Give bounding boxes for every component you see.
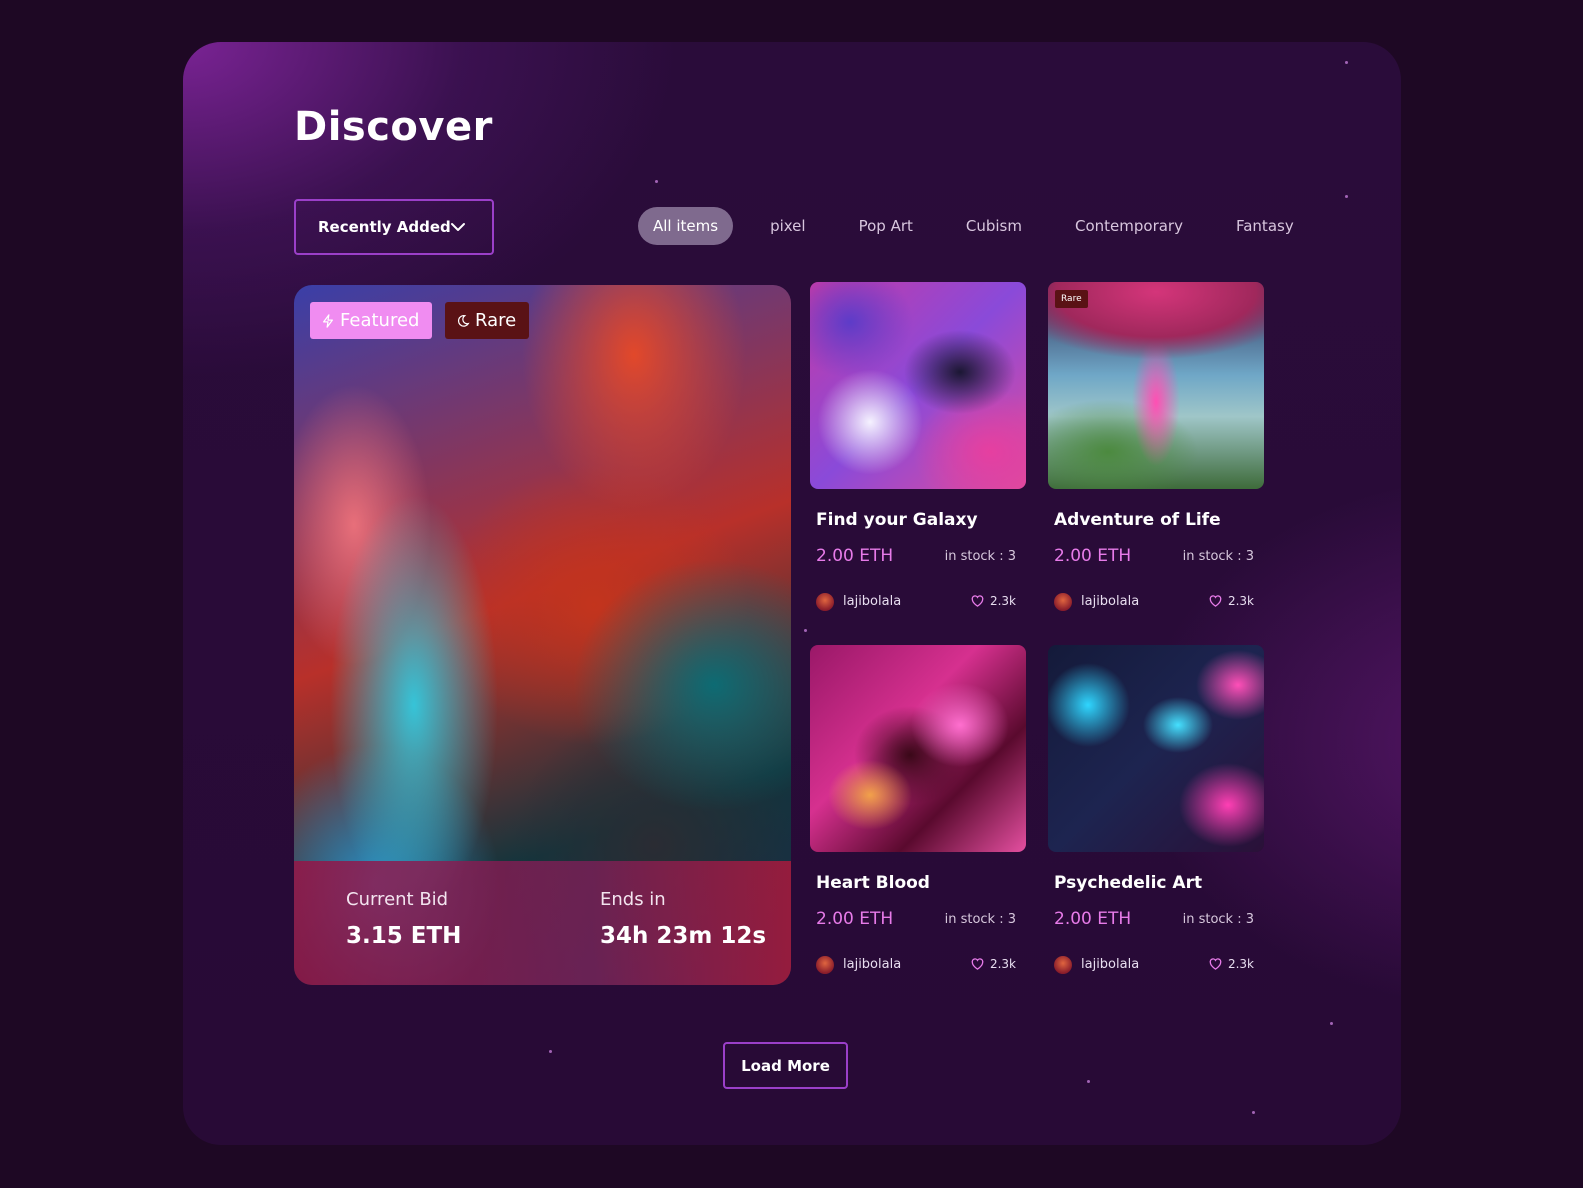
sort-dropdown[interactable]: Recently Added [294,199,494,255]
star-decoration [1345,61,1348,64]
artwork-price: 2.00 ETH [1054,909,1132,929]
tab-all-items[interactable]: All items [638,207,734,245]
artwork-stock: in stock : 3 [944,549,1016,564]
featured-artwork-card[interactable]: Featured Rare Current Bid 3.15 ETH Ends … [294,285,791,985]
like-count: 2.3k [1227,956,1254,971]
artwork-name: Adventure of Life [1054,510,1221,530]
heart-icon [971,595,984,607]
heart-icon [1209,595,1222,607]
artwork-card[interactable]: Rare Adventure of Life 2.00 ETH in stock… [1048,282,1264,611]
avatar[interactable] [816,593,834,611]
like-button[interactable]: 2.3k [970,593,1016,608]
heart-icon [1209,958,1222,970]
owner-name[interactable]: lajibolala [1081,957,1139,972]
artwork-name: Heart Blood [816,873,930,893]
artwork-thumbnail[interactable] [810,645,1026,852]
artwork-card[interactable]: Heart Blood 2.00 ETH in stock : 3 lajibo… [810,645,1026,974]
tab-pixel[interactable]: pixel [755,207,821,245]
star-decoration [1345,195,1348,198]
avatar[interactable] [1054,956,1072,974]
like-count: 2.3k [1227,593,1254,608]
avatar[interactable] [1054,593,1072,611]
tab-fantasy[interactable]: Fantasy [1221,207,1309,245]
discover-panel: Discover Recently Added All items pixel … [183,42,1401,1145]
like-count: 2.3k [989,956,1016,971]
artwork-price: 2.00 ETH [816,546,894,566]
featured-badge: Featured [310,302,433,339]
artwork-thumbnail[interactable] [810,282,1026,489]
bid-info-bar: Current Bid 3.15 ETH Ends in 34h 23m 12s [294,861,791,985]
tab-pop-art[interactable]: Pop Art [844,207,928,245]
owner-name[interactable]: lajibolala [843,594,901,609]
current-bid-value: 3.15 ETH [346,923,462,949]
moon-icon [457,314,470,327]
star-decoration [1330,1022,1333,1025]
artwork-stock: in stock : 3 [1182,549,1254,564]
current-bid-label: Current Bid [346,889,449,910]
artwork-name: Psychedelic Art [1054,873,1203,893]
load-more-button[interactable]: Load More [723,1042,848,1089]
featured-badge-label: Featured [340,310,420,331]
sort-dropdown-label: Recently Added [318,218,451,236]
heart-icon [971,958,984,970]
ends-in-label: Ends in [600,889,666,910]
artwork-price: 2.00 ETH [1054,546,1132,566]
star-decoration [1087,1080,1090,1083]
page-title: Discover [294,104,493,150]
artwork-thumbnail[interactable]: Rare [1048,282,1264,489]
artwork-stock: in stock : 3 [1182,912,1254,927]
owner-name[interactable]: lajibolala [1081,594,1139,609]
ends-in-value: 34h 23m 12s [600,923,767,949]
rare-badge-label: Rare [1061,294,1082,304]
lightning-icon [323,313,333,328]
star-decoration [1252,1111,1255,1114]
rare-badge: Rare [445,302,530,339]
category-tabs: All items pixel Pop Art Cubism Contempor… [638,207,1309,245]
like-button[interactable]: 2.3k [970,956,1016,971]
star-decoration [655,180,658,183]
owner-name[interactable]: lajibolala [843,957,901,972]
artwork-stock: in stock : 3 [944,912,1016,927]
avatar[interactable] [816,956,834,974]
star-decoration [549,1050,552,1053]
rare-badge: Rare [1055,290,1088,308]
like-button[interactable]: 2.3k [1208,956,1254,971]
like-button[interactable]: 2.3k [1208,593,1254,608]
artwork-thumbnail[interactable] [1048,645,1264,852]
rare-badge-label: Rare [475,310,517,331]
like-count: 2.3k [989,593,1016,608]
tab-cubism[interactable]: Cubism [951,207,1037,245]
artwork-price: 2.00 ETH [816,909,894,929]
artwork-card[interactable]: Find your Galaxy 2.00 ETH in stock : 3 l… [810,282,1026,611]
star-decoration [804,629,807,632]
artwork-card[interactable]: Psychedelic Art 2.00 ETH in stock : 3 la… [1048,645,1264,974]
artwork-name: Find your Galaxy [816,510,978,530]
tab-contemporary[interactable]: Contemporary [1060,207,1198,245]
chevron-down-icon [451,223,465,231]
